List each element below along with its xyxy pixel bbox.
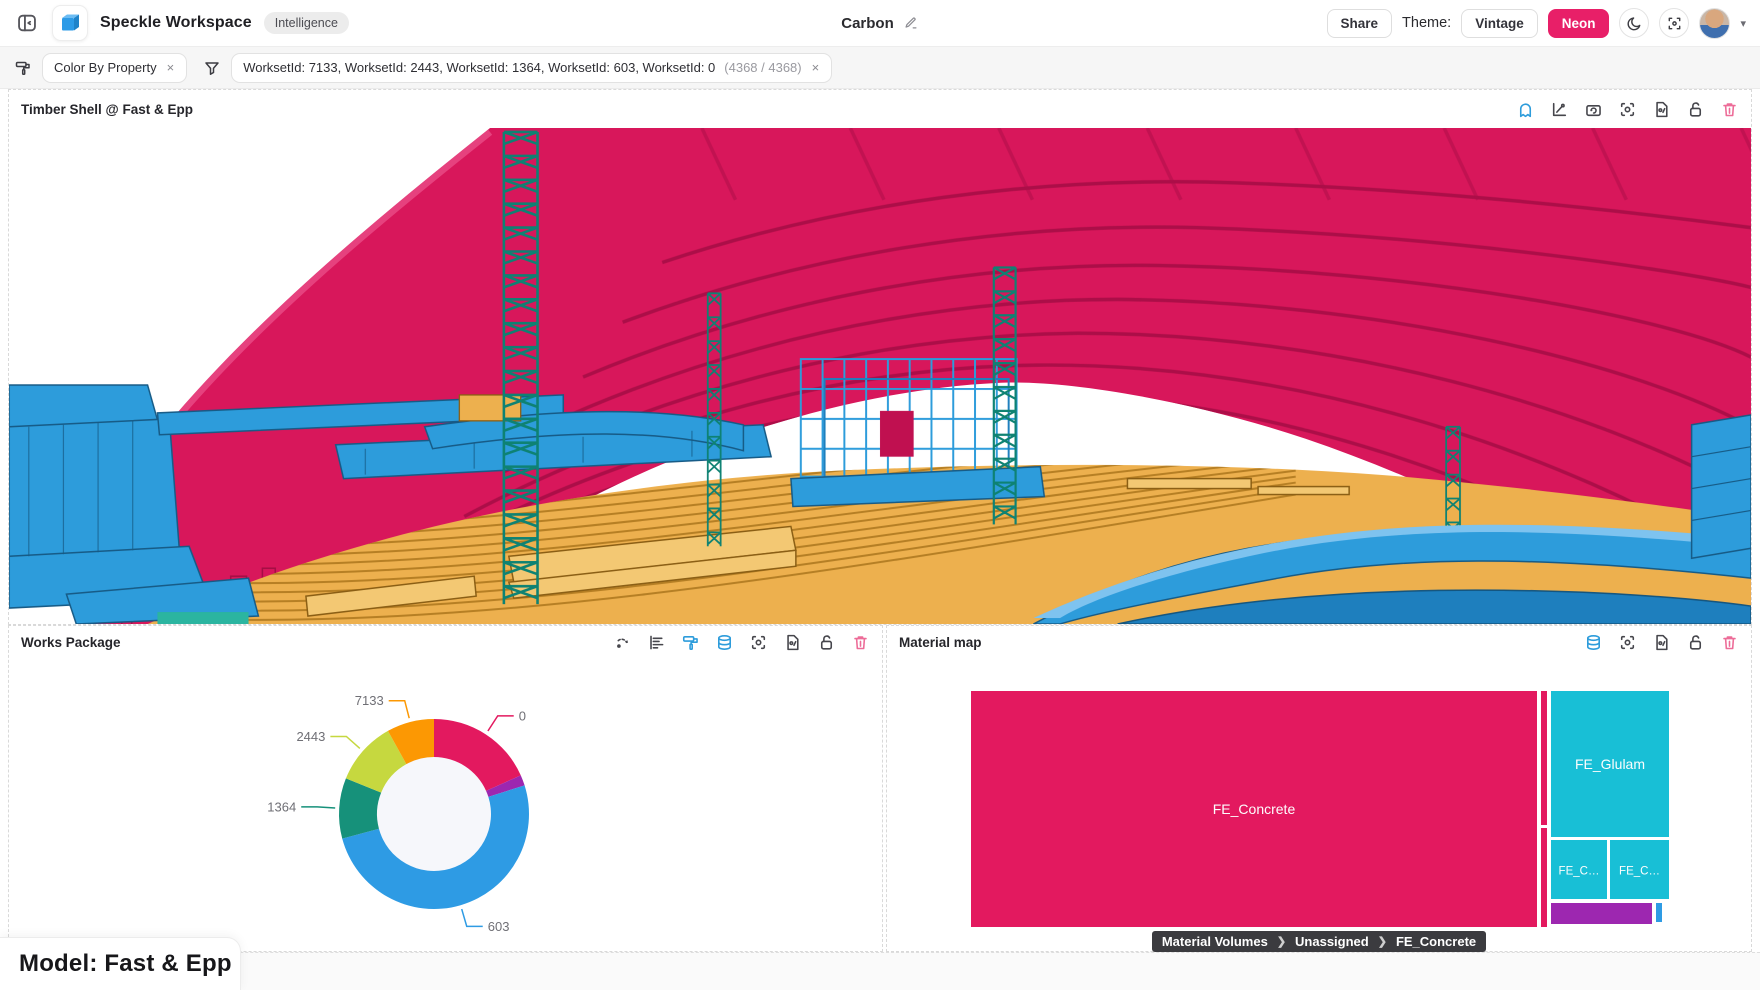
dark-mode-button[interactable] bbox=[1619, 8, 1649, 38]
theme-vintage-button[interactable]: Vintage bbox=[1461, 9, 1538, 38]
donut-leader-line bbox=[462, 909, 483, 926]
treemap-tile-label: FE_C… bbox=[1619, 866, 1660, 878]
treemap-breadcrumb: Material Volumes ❯ Unassigned ❯ FE_Concrete bbox=[887, 931, 1751, 952]
trash-icon[interactable] bbox=[1720, 100, 1739, 119]
treemap-tile-label: FE_Concrete bbox=[1213, 801, 1296, 817]
breadcrumb-item[interactable]: Material Volumes bbox=[1162, 934, 1268, 949]
viewer-title: Timber Shell @ Fast & Epp bbox=[21, 102, 193, 117]
works-package-donut-chart[interactable]: 0 603 1364 2443 7133 bbox=[9, 658, 884, 953]
treemap-tile[interactable] bbox=[1656, 903, 1662, 922]
treemap-tile[interactable] bbox=[1541, 828, 1547, 927]
database-icon[interactable] bbox=[1584, 633, 1603, 652]
top-bar: Speckle Workspace Intelligence Carbon Sh… bbox=[0, 0, 1760, 47]
timber-shell-3d-render bbox=[9, 128, 1751, 624]
speckle-logo[interactable] bbox=[52, 5, 88, 41]
remove-chip-icon[interactable]: × bbox=[166, 60, 176, 75]
paint-roller-icon[interactable] bbox=[14, 59, 32, 77]
workset-filter-chip[interactable]: WorksetId: 7133, WorksetId: 2443, Workse… bbox=[231, 53, 832, 83]
document-title: Carbon bbox=[841, 15, 894, 32]
material-map-title: Material map bbox=[899, 635, 982, 650]
report-icon[interactable] bbox=[783, 633, 802, 652]
avatar[interactable] bbox=[1699, 8, 1730, 39]
focus-icon[interactable] bbox=[749, 633, 768, 652]
ghost-icon[interactable] bbox=[1516, 100, 1535, 119]
donut-leader-line bbox=[488, 716, 514, 731]
works-package-title: Works Package bbox=[21, 635, 121, 650]
trash-icon[interactable] bbox=[1720, 633, 1739, 652]
chip-label: WorksetId: 7133, WorksetId: 2443, Workse… bbox=[243, 60, 715, 75]
corner-chart-icon[interactable] bbox=[1550, 100, 1569, 119]
lock-open-icon[interactable] bbox=[1686, 633, 1705, 652]
treemap-tile-label: FE_Glulam bbox=[1575, 756, 1645, 772]
donut-leader-line bbox=[389, 701, 410, 718]
trash-icon[interactable] bbox=[851, 633, 870, 652]
works-package-toolbar bbox=[613, 633, 870, 652]
viewer-panel: Timber Shell @ Fast & Epp bbox=[8, 89, 1752, 625]
treemap-tile[interactable] bbox=[1551, 903, 1652, 924]
report-icon[interactable] bbox=[1652, 633, 1671, 652]
app-title: Speckle Workspace bbox=[100, 14, 252, 32]
isolate-icon[interactable] bbox=[613, 633, 632, 652]
donut-leader-line bbox=[330, 736, 359, 748]
filter-bar: Color By Property × WorksetId: 7133, Wor… bbox=[0, 47, 1760, 89]
remove-chip-icon[interactable]: × bbox=[811, 60, 821, 75]
edit-title-icon[interactable] bbox=[903, 15, 919, 31]
database-icon[interactable] bbox=[715, 633, 734, 652]
lock-open-icon[interactable] bbox=[817, 633, 836, 652]
fullscreen-button[interactable] bbox=[1659, 8, 1689, 38]
sidebar-collapse-icon[interactable] bbox=[14, 10, 40, 36]
breadcrumb-separator-icon: ❯ bbox=[1378, 935, 1387, 948]
moon-icon bbox=[1628, 18, 1640, 30]
breadcrumb-item[interactable]: FE_Concrete bbox=[1396, 934, 1476, 949]
share-button[interactable]: Share bbox=[1327, 9, 1393, 38]
donut-label: 0 bbox=[519, 708, 526, 723]
theme-neon-button[interactable]: Neon bbox=[1548, 9, 1610, 38]
treemap-tile[interactable] bbox=[1541, 691, 1547, 825]
report-icon[interactable] bbox=[1652, 100, 1671, 119]
chip-count: (4368 / 4368) bbox=[724, 60, 801, 75]
material-map-panel: Material map FE_ConcreteFE_GlulamFE_C…FE… bbox=[886, 625, 1752, 952]
donut-label: 2443 bbox=[296, 729, 325, 744]
camera-reset-icon[interactable] bbox=[1584, 100, 1603, 119]
material-map-toolbar bbox=[1584, 633, 1739, 652]
funnel-icon[interactable] bbox=[203, 59, 221, 77]
breadcrumb-separator-icon: ❯ bbox=[1277, 935, 1286, 948]
model-name-label: Model: Fast & Epp bbox=[19, 950, 232, 978]
breadcrumb-item[interactable]: Unassigned bbox=[1295, 934, 1369, 949]
viewer-toolbar bbox=[1516, 100, 1739, 119]
lock-open-icon[interactable] bbox=[1686, 100, 1705, 119]
donut-label: 1364 bbox=[267, 799, 296, 814]
bars-chart-icon[interactable] bbox=[647, 633, 666, 652]
page-footer bbox=[0, 952, 1760, 990]
chip-label: Color By Property bbox=[54, 60, 157, 75]
treemap-tile-label: FE_C… bbox=[1559, 866, 1600, 878]
donut-leader-line bbox=[301, 807, 335, 808]
focus-icon[interactable] bbox=[1618, 100, 1637, 119]
expand-icon bbox=[1669, 18, 1679, 28]
works-package-panel: Works Package 0 603 1364 2443 7133 bbox=[8, 625, 883, 952]
paint-roller-icon[interactable] bbox=[681, 633, 700, 652]
model-viewport[interactable] bbox=[9, 128, 1751, 624]
theme-label: Theme: bbox=[1402, 15, 1451, 31]
focus-icon[interactable] bbox=[1618, 633, 1637, 652]
color-by-property-chip[interactable]: Color By Property × bbox=[42, 53, 187, 83]
material-map-treemap[interactable]: FE_Concrete FE_Glulam FE_C… FE_C… bbox=[971, 691, 1671, 927]
donut-label: 7133 bbox=[355, 693, 384, 708]
model-name-card: Model: Fast & Epp bbox=[0, 937, 241, 990]
intelligence-badge: Intelligence bbox=[264, 12, 349, 34]
chevron-down-icon[interactable]: ▾ bbox=[1740, 17, 1746, 30]
donut-label: 603 bbox=[488, 919, 510, 934]
